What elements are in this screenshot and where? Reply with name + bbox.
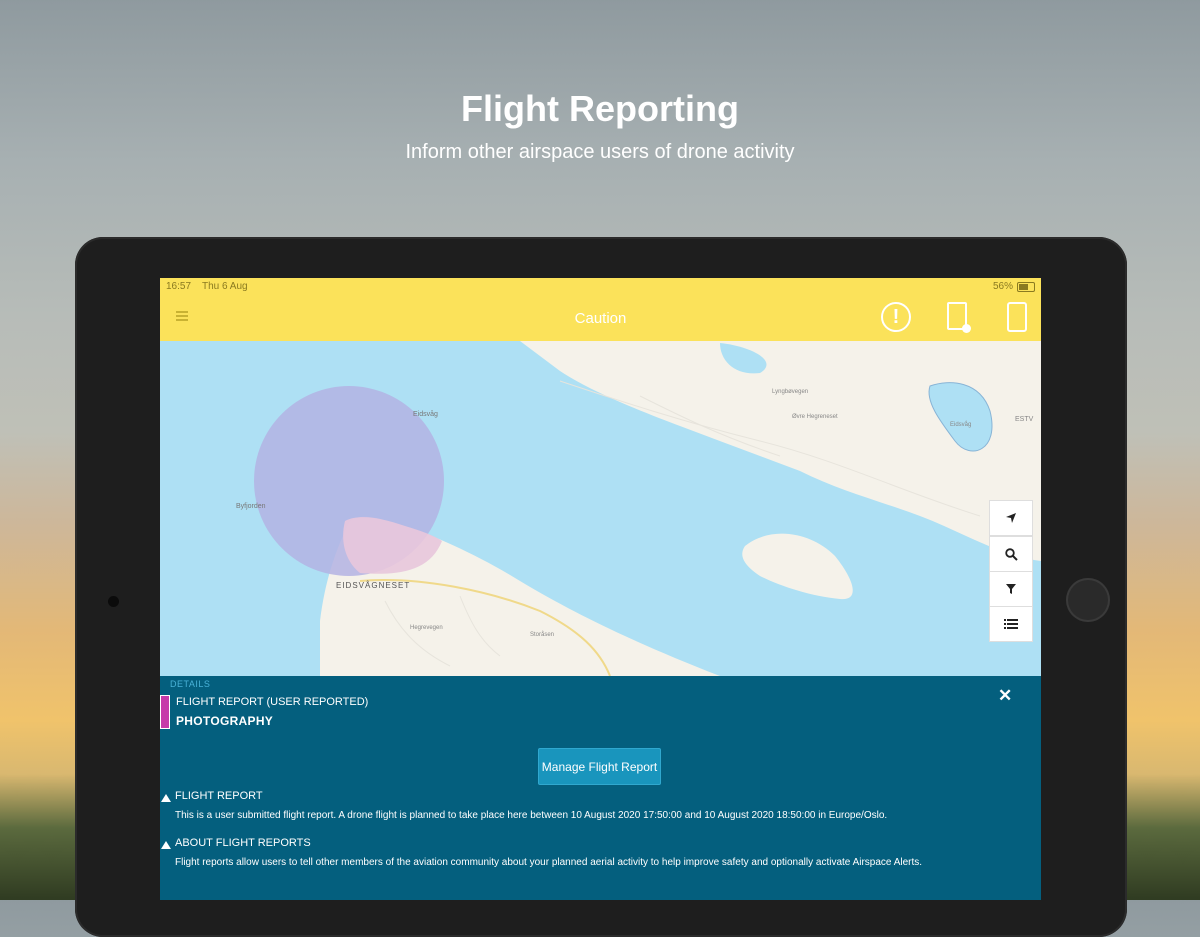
hero-subtitle: Inform other airspace users of drone act… bbox=[405, 141, 795, 163]
locate-icon bbox=[1006, 513, 1016, 523]
details-label: DETAILS bbox=[170, 679, 211, 689]
warning-icon bbox=[161, 841, 171, 849]
map[interactable]: Eidsvåg Byfjorden EIDSVÅGNESET Lyngbøveg… bbox=[160, 341, 1041, 676]
map-label-road-b: Øvre Hegreneset bbox=[792, 414, 838, 420]
section-title-flight-report: FLIGHT REPORT bbox=[175, 790, 263, 802]
section-body-about: Flight reports allow users to tell other… bbox=[175, 857, 923, 868]
filter-button[interactable] bbox=[989, 571, 1033, 607]
flight-report-icon[interactable] bbox=[947, 302, 971, 333]
map-label-place-a: Eidsvåg bbox=[950, 421, 971, 428]
map-label-road-c: Hegrevegen bbox=[410, 625, 443, 631]
list-icon bbox=[1004, 619, 1018, 629]
hero-title: Flight Reporting bbox=[461, 88, 739, 129]
filter-icon bbox=[1006, 584, 1016, 594]
manage-flight-report-button[interactable]: Manage Flight Report bbox=[538, 748, 661, 785]
search-button[interactable] bbox=[989, 536, 1033, 572]
app-bar: Caution ! bbox=[160, 295, 1041, 342]
map-label-road-d: Storåsen bbox=[530, 631, 554, 638]
search-icon bbox=[1004, 547, 1018, 561]
warning-icon bbox=[161, 794, 171, 802]
map-label-peninsula: EIDSVÅGNESET bbox=[336, 581, 410, 590]
battery-percent: 56% bbox=[992, 281, 1013, 292]
details-panel: DETAILS FLIGHT REPORT (USER REPORTED) PH… bbox=[160, 676, 1041, 900]
section-title-about: ABOUT FLIGHT REPORTS bbox=[175, 837, 311, 849]
battery-icon bbox=[1017, 282, 1035, 292]
app-screen: 16:57 Thu 6 Aug 56% Caution ! Eidsvåg By… bbox=[160, 278, 1041, 900]
map-label-bay: Byfjorden bbox=[236, 503, 266, 510]
map-label-place-b: ESTV bbox=[1015, 416, 1034, 423]
status-bar: 16:57 Thu 6 Aug 56% bbox=[160, 278, 1041, 295]
camera bbox=[108, 596, 119, 607]
report-type: FLIGHT REPORT (USER REPORTED) bbox=[176, 696, 369, 708]
list-button[interactable] bbox=[989, 606, 1033, 642]
map-label-road-a: Lyngbøvegen bbox=[772, 389, 808, 395]
map-label-bridge: Eidsvåg bbox=[413, 410, 438, 418]
close-icon[interactable]: ✕ bbox=[998, 686, 1012, 706]
section-body-flight-report: This is a user submitted flight report. … bbox=[175, 810, 888, 821]
alert-icon[interactable]: ! bbox=[881, 302, 911, 332]
home-button bbox=[1066, 578, 1110, 622]
device-icon[interactable] bbox=[1007, 302, 1027, 332]
locate-button[interactable] bbox=[989, 500, 1033, 536]
status-time: 16:57 bbox=[166, 281, 192, 292]
report-color-marker bbox=[160, 695, 170, 729]
report-name: PHOTOGRAPHY bbox=[176, 714, 274, 728]
status-date: Thu 6 Aug bbox=[202, 281, 248, 292]
